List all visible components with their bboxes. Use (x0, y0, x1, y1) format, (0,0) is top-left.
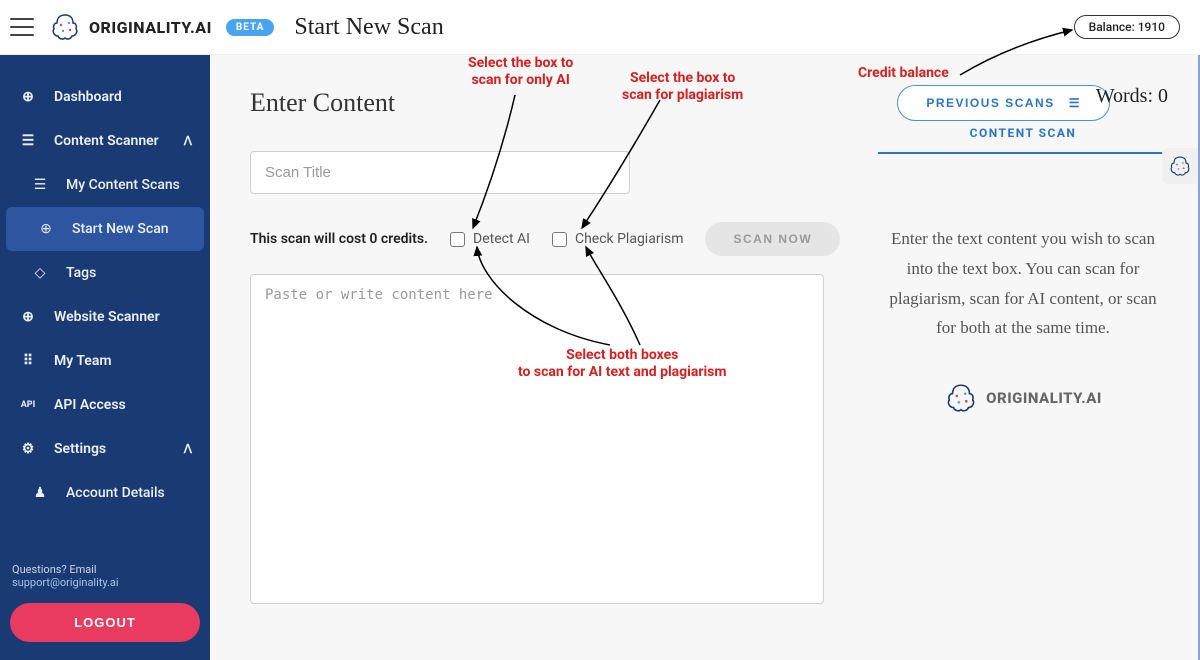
sidebar-item-label: Tags (66, 265, 96, 281)
sidebar-item-label: My Team (54, 353, 112, 369)
beta-badge: BETA (226, 19, 275, 36)
sidebar-item-label: Website Scanner (54, 309, 160, 325)
chevron-up-icon: ᐱ (184, 442, 192, 456)
menu-toggle-icon[interactable] (10, 15, 34, 39)
api-icon: API (18, 395, 38, 415)
brain-icon (49, 11, 81, 43)
support-email-link[interactable]: support@originality.ai (12, 576, 119, 589)
detect-ai-checkbox[interactable]: Detect AI (450, 231, 530, 247)
gauge-icon: ⊕ (18, 87, 38, 107)
people-icon: ⠿ (18, 351, 38, 371)
sidebar-item-label: My Content Scans (66, 177, 180, 193)
scan-cost-text: This scan will cost 0 credits. (250, 231, 428, 247)
scan-title-input[interactable] (250, 151, 630, 194)
tab-content-scan[interactable]: CONTENT SCAN (878, 126, 1168, 154)
list-icon: ☰ (18, 131, 38, 151)
sidebar-item-tags[interactable]: ◇ Tags (0, 251, 210, 295)
tag-icon: ◇ (30, 263, 50, 283)
sidebar: ⊕ Dashboard ☰ Content Scanner ᐱ ☰ My Con… (0, 55, 210, 660)
check-plagiarism-checkbox[interactable]: Check Plagiarism (552, 231, 684, 247)
brain-icon (944, 381, 978, 415)
globe-icon: ⊕ (18, 307, 38, 327)
sidebar-item-my-team[interactable]: ⠿ My Team (0, 339, 210, 383)
sidebar-item-api-access[interactable]: API API Access (0, 383, 210, 427)
sidebar-item-account-details[interactable]: ♟ Account Details (0, 471, 210, 515)
content-textarea[interactable] (250, 274, 824, 604)
sidebar-item-my-content-scans[interactable]: ☰ My Content Scans (0, 163, 210, 207)
help-widget-button[interactable] (1162, 148, 1198, 184)
logout-button[interactable]: LOGOUT (10, 603, 200, 642)
sidebar-item-dashboard[interactable]: ⊕ Dashboard (0, 75, 210, 119)
brain-icon (1168, 154, 1192, 178)
sidebar-item-start-new-scan[interactable]: ⊕ Start New Scan (6, 207, 204, 251)
sidebar-item-label: Dashboard (54, 89, 122, 105)
page-title: Start New Scan (294, 14, 443, 41)
sidebar-item-label: Account Details (66, 485, 165, 501)
checkbox-icon (450, 232, 465, 247)
info-text: Enter the text content you wish to scan … (878, 224, 1168, 343)
brand-text: ORIGINALITY.AI (89, 18, 212, 37)
sidebar-item-label: API Access (54, 397, 126, 413)
balance-pill[interactable]: Balance: 1910 (1074, 15, 1180, 39)
sidebar-item-label: Content Scanner (54, 133, 159, 149)
brand-logo: ORIGINALITY.AI (49, 11, 212, 43)
sidebar-item-label: Settings (54, 441, 106, 457)
sidebar-item-settings[interactable]: ⚙ Settings ᐱ (0, 427, 210, 471)
sidebar-item-label: Start New Scan (72, 221, 169, 237)
section-title: Enter Content (250, 88, 395, 118)
info-logo: ORIGINALITY.AI (878, 381, 1168, 415)
plus-circle-icon: ⊕ (36, 219, 56, 239)
sidebar-item-content-scanner[interactable]: ☰ Content Scanner ᐱ (0, 119, 210, 163)
checkbox-icon (552, 232, 567, 247)
gear-icon: ⚙ (18, 439, 38, 459)
scan-now-button[interactable]: SCAN NOW (705, 222, 840, 256)
chevron-up-icon: ᐱ (184, 134, 192, 148)
person-lock-icon: ♟ (30, 483, 50, 503)
sidebar-item-website-scanner[interactable]: ⊕ Website Scanner (0, 295, 210, 339)
support-text: Questions? Email support@originality.ai (10, 563, 200, 603)
word-count: Words: 0 (878, 85, 1168, 108)
list-icon: ☰ (30, 175, 50, 195)
